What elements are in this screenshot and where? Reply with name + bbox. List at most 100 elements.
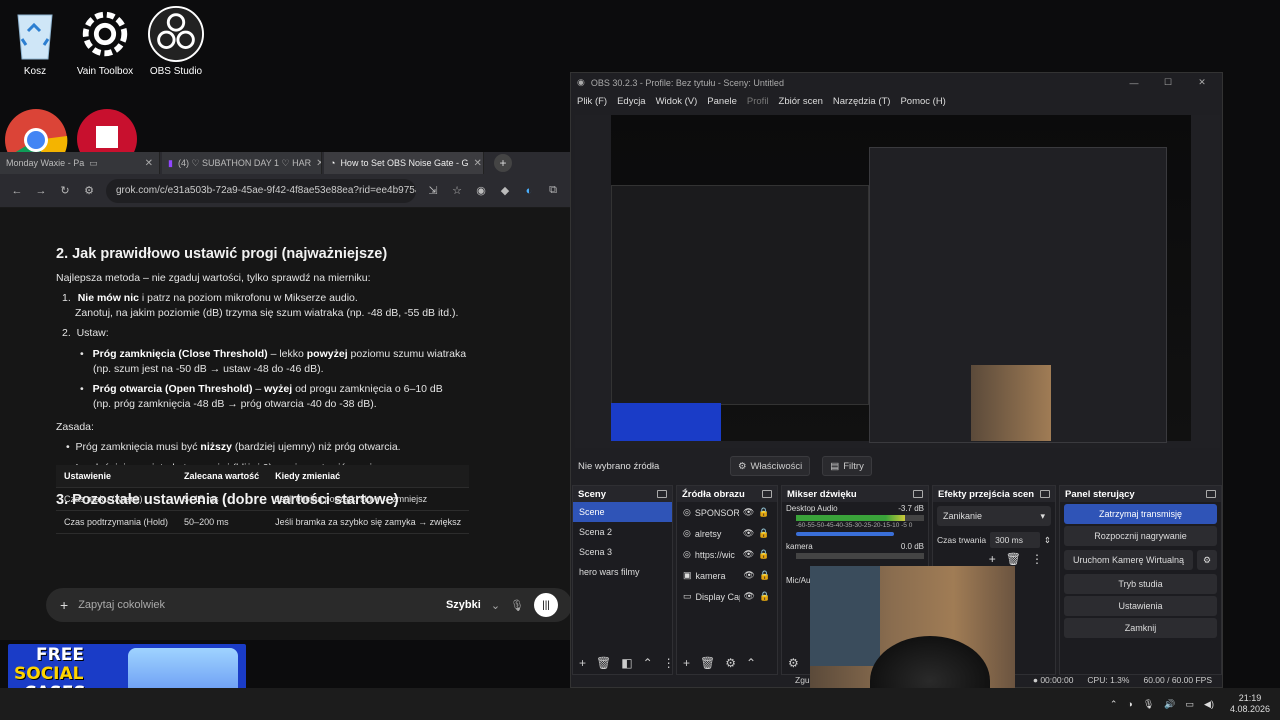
start-virtual-camera-button[interactable]: Uruchom Kamerę Wirtualną (1064, 550, 1193, 570)
delete-icon[interactable]: 🗑 (1006, 552, 1021, 566)
close-tab-icon[interactable]: ✕ (145, 158, 153, 169)
float-dock-icon[interactable] (1040, 490, 1050, 498)
bookmark-star-icon[interactable]: ☆ (450, 184, 464, 198)
visibility-eye-icon[interactable]: 👁 (744, 570, 755, 581)
microphone-icon[interactable]: 🎙 (1143, 699, 1154, 710)
discord-icon[interactable]: ◑ (1127, 699, 1132, 709)
obs-preview-canvas[interactable] (575, 115, 1220, 448)
scene-item[interactable]: hero wars filmy (573, 562, 672, 582)
scene-item[interactable]: Scena 2 (573, 522, 672, 542)
chevron-up-icon[interactable]: ⌃ (1110, 699, 1118, 710)
back-icon[interactable]: ← (10, 184, 24, 198)
close-tab-icon[interactable]: ✕ (316, 158, 321, 169)
speaker-icon[interactable]: 🔊 (1164, 699, 1175, 710)
chat-input-box[interactable]: + Zapytaj cokolwiek Szybki ⌄ 🎙 ||| (46, 588, 570, 622)
desktop-icon-vain-toolbox[interactable]: Vain Toolbox (70, 6, 140, 77)
menu-tools[interactable]: Narzędzia (T) (833, 96, 891, 107)
new-tab-button[interactable]: + (494, 154, 512, 172)
move-up-icon[interactable]: ⌃ (643, 656, 653, 670)
exit-button[interactable]: Zamknij (1064, 618, 1217, 638)
menu-docks[interactable]: Panele (707, 96, 737, 107)
chat-input-placeholder[interactable]: Zapytaj cokolwiek (78, 599, 436, 611)
menu-help[interactable]: Pomoc (H) (900, 96, 945, 107)
menu-profile[interactable]: Profil (747, 96, 769, 107)
more-icon[interactable]: ⋮ (663, 656, 675, 670)
visibility-eye-icon[interactable]: 👁 (743, 507, 754, 518)
table-cell: 50–200 ms (176, 510, 268, 534)
url-field[interactable]: grok.com/c/e31a503b-72a9-45ae-9f42-4f8ae… (106, 178, 416, 203)
chrome-icon[interactable] (4, 108, 68, 152)
clock[interactable]: 21:19 4.08.2026 (1230, 693, 1270, 715)
visibility-eye-icon[interactable]: 👁 (743, 549, 754, 560)
chevron-down-icon[interactable]: ⌄ (491, 599, 500, 612)
source-item[interactable]: ◎ https://wic 👁 🔒 (677, 544, 777, 565)
plus-icon[interactable]: + (60, 597, 68, 613)
source-item[interactable]: ◎SPONSOR2 👁 🔒 (677, 502, 777, 523)
mixer-settings-icon[interactable]: ⚙ (788, 656, 799, 670)
forward-icon[interactable]: → (34, 184, 48, 198)
volume-icon[interactable]: ◀) (1204, 699, 1214, 710)
filters-button[interactable]: ▤ Filtry (822, 456, 872, 476)
spin-arrows-icon[interactable]: ⇕ (1044, 535, 1051, 546)
lock-icon[interactable]: 🔒 (758, 549, 769, 560)
extensions-puzzle-icon[interactable]: ⧉ (546, 184, 560, 198)
install-icon[interactable]: ⇲ (426, 184, 440, 198)
menu-scene-collection[interactable]: Zbiór scen (779, 96, 823, 107)
start-recording-button[interactable]: Rozpocznij nagrywanie (1064, 526, 1217, 546)
float-dock-icon[interactable] (913, 490, 923, 498)
scene-item[interactable]: Scene (573, 502, 672, 522)
delete-icon[interactable]: 🗑 (596, 656, 611, 670)
scene-filter-icon[interactable]: ◧ (621, 656, 632, 670)
lock-icon[interactable]: 🔒 (758, 528, 769, 539)
float-dock-icon[interactable] (1206, 490, 1216, 498)
visibility-eye-icon[interactable]: 👁 (743, 528, 754, 539)
visibility-eye-icon[interactable]: 👁 (744, 591, 755, 602)
source-item[interactable]: ▭ Display Cap 👁 🔒 (677, 586, 777, 607)
scene-item[interactable]: Scena 3 (573, 542, 672, 562)
studio-mode-button[interactable]: Tryb studia (1064, 574, 1217, 594)
network-icon[interactable]: ▭ (1186, 699, 1195, 710)
add-icon[interactable]: + (683, 656, 690, 670)
close-icon[interactable]: ✕ (1188, 77, 1216, 88)
extension-icon[interactable]: ◉ (474, 184, 488, 198)
more-icon[interactable]: ⋮ (1031, 552, 1043, 566)
settings-icon[interactable]: ⚙ (725, 656, 736, 670)
menu-view[interactable]: Widok (V) (656, 96, 698, 107)
extension-icon[interactable]: ◐ (522, 184, 536, 198)
virtual-camera-settings-button[interactable]: ⚙ (1197, 550, 1217, 570)
extension-icon[interactable]: ◆ (498, 184, 512, 198)
float-dock-icon[interactable] (762, 490, 772, 498)
source-item[interactable]: ◎ alretsy 👁 🔒 (677, 523, 777, 544)
reload-icon[interactable]: ↻ (58, 184, 72, 198)
model-mode-select[interactable]: Szybki (446, 599, 481, 611)
delete-icon[interactable]: 🗑 (700, 656, 715, 670)
microphone-icon[interactable]: 🎙 (510, 599, 524, 612)
settings-button[interactable]: Ustawienia (1064, 596, 1217, 616)
source-item[interactable]: ▣ kamera 👁 🔒 (677, 565, 777, 586)
float-dock-icon[interactable] (657, 490, 667, 498)
minimize-icon[interactable]: — (1120, 78, 1148, 88)
close-tab-icon[interactable]: ✕ (474, 158, 482, 169)
browser-tab-2[interactable]: ▮ (4) ♡ SUBATHON DAY 1 ♡ HAR ✕ (162, 152, 322, 174)
add-icon[interactable]: + (579, 656, 586, 670)
app-red-icon[interactable] (76, 108, 138, 152)
lock-icon[interactable]: 🔒 (758, 507, 769, 518)
duration-input[interactable]: 300 ms (990, 532, 1040, 548)
volume-slider[interactable] (796, 532, 894, 536)
move-up-icon[interactable]: ⌃ (746, 656, 756, 670)
browser-tab-1[interactable]: Monday Waxie - Pa ▭ ✕ (0, 152, 160, 174)
menu-file[interactable]: Plik (F) (577, 96, 607, 107)
lock-icon[interactable]: 🔒 (759, 591, 770, 602)
add-icon[interactable]: + (989, 552, 996, 566)
browser-tab-3[interactable]: ◔ How to Set OBS Noise Gate - G ✕ (324, 152, 484, 174)
desktop-icon-obs-studio[interactable]: OBS Studio (141, 6, 211, 77)
site-info-icon[interactable]: ⚙ (82, 184, 96, 198)
transition-select[interactable]: Zanikanie ▾ (937, 506, 1051, 526)
maximize-icon[interactable]: ☐ (1154, 77, 1182, 88)
stop-streaming-button[interactable]: Zatrzymaj transmisję (1064, 504, 1217, 524)
properties-button[interactable]: ⚙ Właściwości (730, 456, 811, 476)
menu-edit[interactable]: Edycja (617, 96, 646, 107)
lock-icon[interactable]: 🔒 (759, 570, 770, 581)
voice-mode-button[interactable]: ||| (534, 593, 558, 617)
desktop-icon-recycle-bin[interactable]: Kosz (0, 6, 70, 77)
